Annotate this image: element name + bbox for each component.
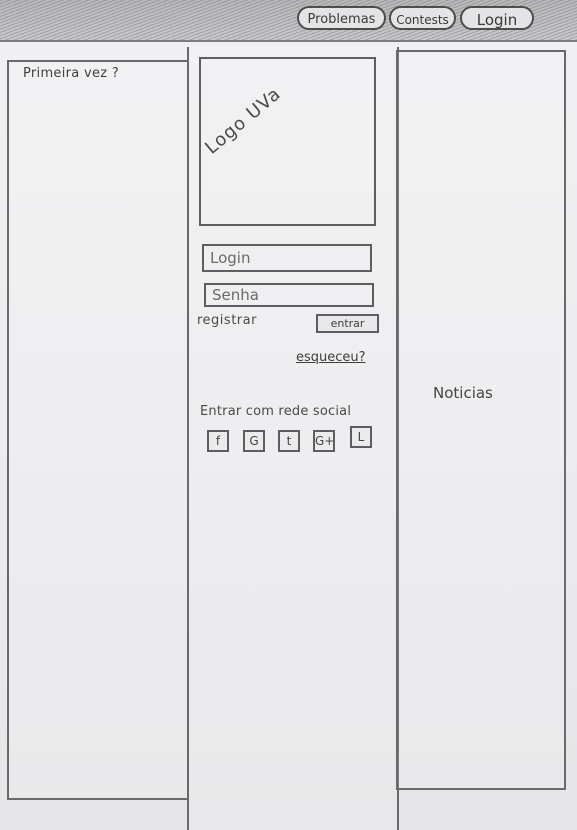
forgot-password-link[interactable]: esqueceu? xyxy=(296,350,366,365)
social-login-title: Entrar com rede social xyxy=(200,404,352,419)
left-panel xyxy=(7,60,189,800)
password-input[interactable] xyxy=(204,283,374,307)
linkedin-icon: L xyxy=(357,430,365,444)
register-link[interactable]: registrar xyxy=(197,313,257,328)
google-plus-login-button[interactable]: G+ xyxy=(313,430,335,452)
first-time-label: Primeira vez ? xyxy=(23,66,120,81)
news-label: Noticias xyxy=(433,384,493,402)
nav-problemas-button[interactable]: Problemas xyxy=(297,6,386,30)
linkedin-login-button[interactable]: L xyxy=(350,426,372,448)
facebook-icon: f xyxy=(215,434,221,448)
github-icon: G xyxy=(249,434,259,448)
google-plus-icon: G+ xyxy=(315,434,335,448)
nav-login-button[interactable]: Login xyxy=(460,6,534,30)
enter-button[interactable]: entrar xyxy=(316,314,379,333)
top-navbar: Problemas Contests Login xyxy=(0,0,577,42)
facebook-login-button[interactable]: f xyxy=(207,430,229,452)
github-login-button[interactable]: G xyxy=(243,430,265,452)
twitter-icon: t xyxy=(286,434,292,448)
right-panel xyxy=(396,50,566,790)
twitter-login-button[interactable]: t xyxy=(278,430,300,452)
nav-contests-button[interactable]: Contests xyxy=(389,6,456,30)
login-input[interactable] xyxy=(202,244,372,272)
